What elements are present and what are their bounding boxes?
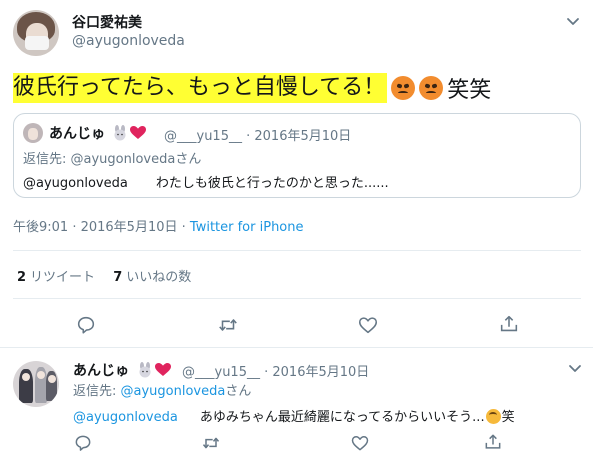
- reply-tweet[interactable]: あんじゅ @___yu15__ · 2016年5月10日 返信先: @ayugo…: [0, 349, 593, 460]
- reply-body: @ayugonloveda あゆみちゃん最近綺麗になってるからいいそう... 笑: [73, 406, 515, 425]
- author-handle[interactable]: @ayugonloveda: [72, 33, 185, 49]
- rabbit-face-icon: [114, 125, 126, 141]
- quoted-body-text: わたしも彼氏と行ったのかと思った......: [155, 176, 389, 191]
- heart-icon: [130, 126, 146, 139]
- angry-face-icon: [419, 76, 444, 100]
- upside-down-face-icon: [485, 409, 501, 424]
- reply-meta: @___yu15__ · 2016年5月10日: [182, 361, 369, 380]
- chevron-down-icon[interactable]: [564, 12, 582, 30]
- reply-author-name[interactable]: あんじゅ: [73, 360, 129, 380]
- divider: [13, 250, 581, 251]
- share-icon[interactable]: [498, 313, 520, 335]
- quoted-reply-to: 返信先: @ayugonlovedaさん: [23, 148, 201, 167]
- like-icon[interactable]: [357, 314, 379, 336]
- reply-to-line: 返信先: @ayugonlovedaさん: [73, 380, 251, 399]
- reply-icon[interactable]: [73, 433, 93, 453]
- quoted-avatar: [23, 123, 43, 143]
- tweet-text-highlighted: 彼氏行ってたら、もっと自慢してる！: [13, 73, 388, 103]
- divider: [13, 298, 581, 299]
- main-tweet: 谷口愛祐美 @ayugonloveda 彼氏行ってたら、もっと自慢してる！ 笑笑…: [0, 0, 593, 348]
- reply-to-handle: @ayugonloveda: [70, 152, 176, 167]
- reply-date[interactable]: · 2016年5月10日: [264, 365, 369, 380]
- retweet-icon[interactable]: [201, 433, 221, 453]
- timestamp-row: 午後9:01 · 2016年5月10日 · Twitter for iPhone: [13, 220, 304, 235]
- reply-suffix: さん: [225, 384, 252, 399]
- share-icon[interactable]: [483, 432, 503, 452]
- quoted-author-name: あんじゅ: [49, 126, 105, 142]
- likes-label: いいねの数: [126, 270, 192, 285]
- retweets-stat[interactable]: 2 リツイート: [17, 270, 95, 285]
- heart-icon: [155, 363, 171, 376]
- like-icon[interactable]: [350, 433, 370, 453]
- author-name[interactable]: 谷口愛祐美: [72, 12, 142, 32]
- reply-body-text: あゆみちゃん最近綺麗になってるからいいそう...: [199, 410, 485, 425]
- reply-body-mention[interactable]: @ayugonloveda: [73, 410, 178, 425]
- avatar[interactable]: [13, 10, 59, 56]
- reply-prefix: 返信先:: [73, 384, 121, 399]
- reply-author-handle[interactable]: @___yu15__: [182, 365, 260, 380]
- quoted-body-mention: @ayugonloveda: [23, 176, 128, 191]
- quoted-tweet-card[interactable]: あんじゅ @___yu15__ · 2016年5月10日 返信先: @ayugo…: [13, 113, 581, 198]
- retweets-label: リツイート: [30, 270, 96, 285]
- source-link[interactable]: Twitter for iPhone: [190, 220, 304, 235]
- angry-face-icon: [391, 76, 416, 100]
- reply-suffix: さん: [175, 152, 202, 167]
- likes-count: 7: [113, 270, 123, 285]
- timestamp[interactable]: 午後9:01 · 2016年5月10日: [13, 220, 178, 235]
- likes-stat[interactable]: 7 いいねの数: [113, 270, 191, 285]
- quoted-body: @ayugonloveda わたしも彼氏と行ったのかと思った......: [23, 172, 389, 191]
- chevron-down-icon[interactable]: [566, 359, 584, 377]
- rabbit-face-icon: [139, 362, 151, 378]
- reply-avatar[interactable]: [13, 361, 59, 407]
- reply-to-handle[interactable]: @ayugonloveda: [121, 384, 226, 399]
- tweet-text-tail: 笑笑: [447, 78, 492, 103]
- reply-icon[interactable]: [75, 314, 97, 336]
- stats-row: 2 リツイート 7 いいねの数: [17, 266, 205, 285]
- quoted-meta: @___yu15__ · 2016年5月10日: [164, 125, 351, 144]
- reply-body-tail: 笑: [501, 410, 515, 425]
- quoted-author-handle: @___yu15__: [164, 129, 242, 144]
- quoted-date: · 2016年5月10日: [246, 129, 352, 144]
- reply-prefix: 返信先:: [23, 152, 71, 167]
- retweet-icon[interactable]: [217, 314, 239, 336]
- retweets-count: 2: [17, 270, 27, 285]
- tweet-text: 彼氏行ってたら、もっと自慢してる！ 笑笑: [13, 73, 491, 103]
